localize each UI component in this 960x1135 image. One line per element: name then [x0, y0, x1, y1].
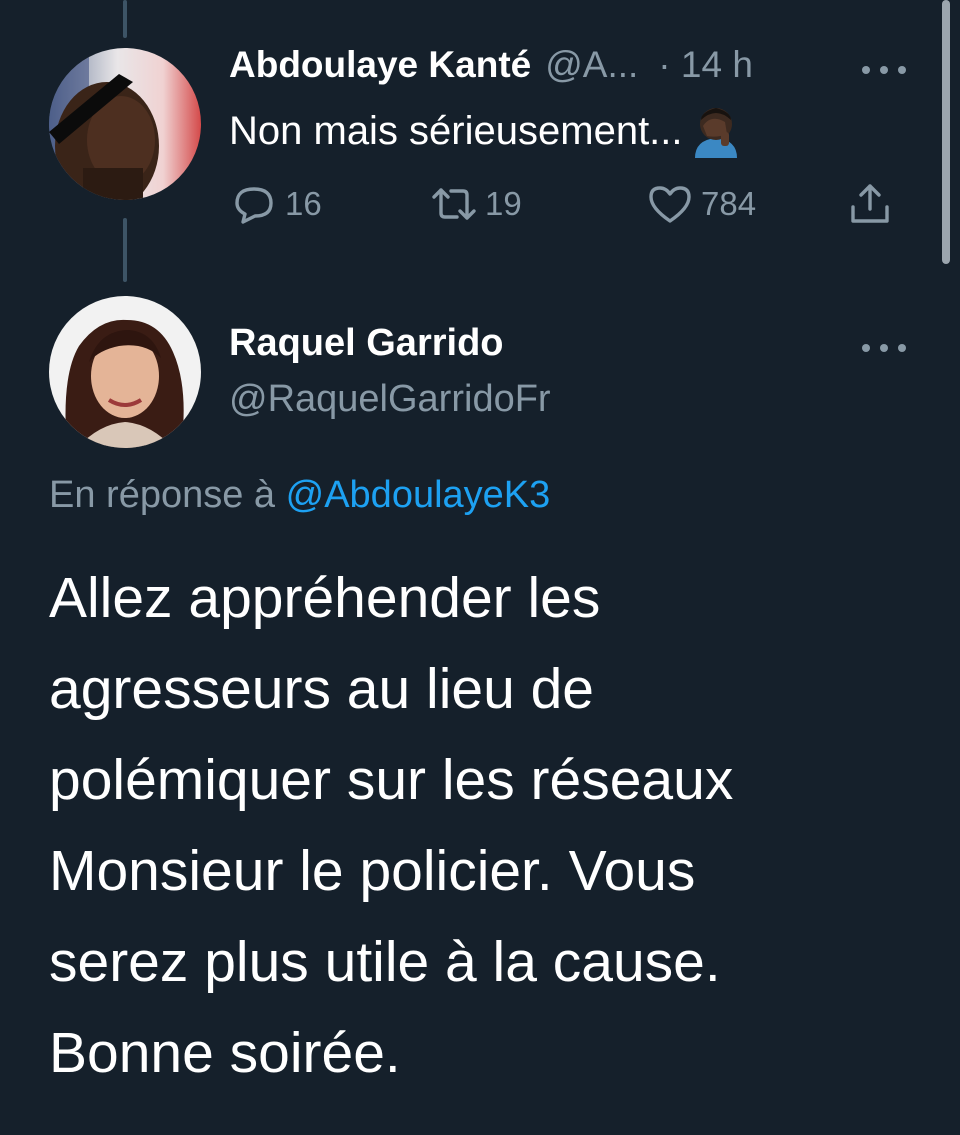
author-name[interactable]: Raquel Garrido	[229, 322, 504, 365]
tweet-body-line: Monsieur le policier. Vous	[49, 839, 696, 903]
tweet-body-line: agresseurs au lieu de	[49, 657, 595, 721]
reply-prefix: En réponse à	[49, 474, 276, 516]
tweet-body-line: serez plus utile à la cause.	[49, 930, 721, 994]
tweet-body-line: Allez appréhender les	[49, 566, 601, 630]
share-icon	[851, 184, 889, 223]
retweet-count: 19	[485, 185, 522, 222]
facepalm-emoji-icon	[687, 104, 745, 158]
reply-count: 16	[285, 185, 322, 222]
tweet-actions: 16 19 784	[229, 178, 899, 230]
tweet-text-content: Non mais sérieusement...	[229, 108, 683, 153]
avatar-raquel[interactable]	[49, 296, 201, 448]
reply-context: En réponse à @AbdoulayeK3	[49, 474, 550, 517]
author-name[interactable]: Abdoulaye Kanté	[229, 44, 531, 86]
thread-connector-bottom	[123, 218, 127, 282]
heart-icon	[649, 186, 691, 223]
more-dots-icon[interactable]	[862, 63, 906, 77]
tweet-body: Allez appréhender les agresseurs au lieu…	[49, 553, 929, 1099]
author-handle[interactable]: @A...	[545, 44, 638, 86]
reply-mention-link[interactable]: @AbdoulayeK3	[286, 474, 551, 516]
tweet-body-line: Bonne soirée.	[49, 1021, 401, 1085]
retweet-button[interactable]: 19	[429, 178, 522, 230]
tweet-timestamp[interactable]: · 14 h	[658, 44, 753, 86]
reply-button[interactable]: 16	[229, 178, 322, 230]
more-dots-icon[interactable]	[862, 341, 906, 355]
thread-connector-top	[123, 0, 127, 38]
avatar-abdoulaye[interactable]	[49, 48, 201, 200]
share-button[interactable]	[845, 178, 895, 230]
scrollbar[interactable]	[942, 0, 950, 264]
reply-icon	[235, 187, 273, 224]
tweet-body-line: polémiquer sur les réseaux	[49, 748, 734, 812]
like-count: 784	[701, 185, 757, 222]
retweet-icon	[432, 188, 476, 220]
like-button[interactable]: 784	[645, 178, 756, 230]
tweet-text: Non mais sérieusement...	[229, 104, 745, 158]
tweet-thread: Abdoulaye Kanté @A... · 14 h Non mais sé…	[0, 0, 960, 1135]
author-handle[interactable]: @RaquelGarridoFr	[229, 378, 551, 421]
tweet-header: Abdoulaye Kanté @A... · 14 h	[229, 44, 753, 92]
